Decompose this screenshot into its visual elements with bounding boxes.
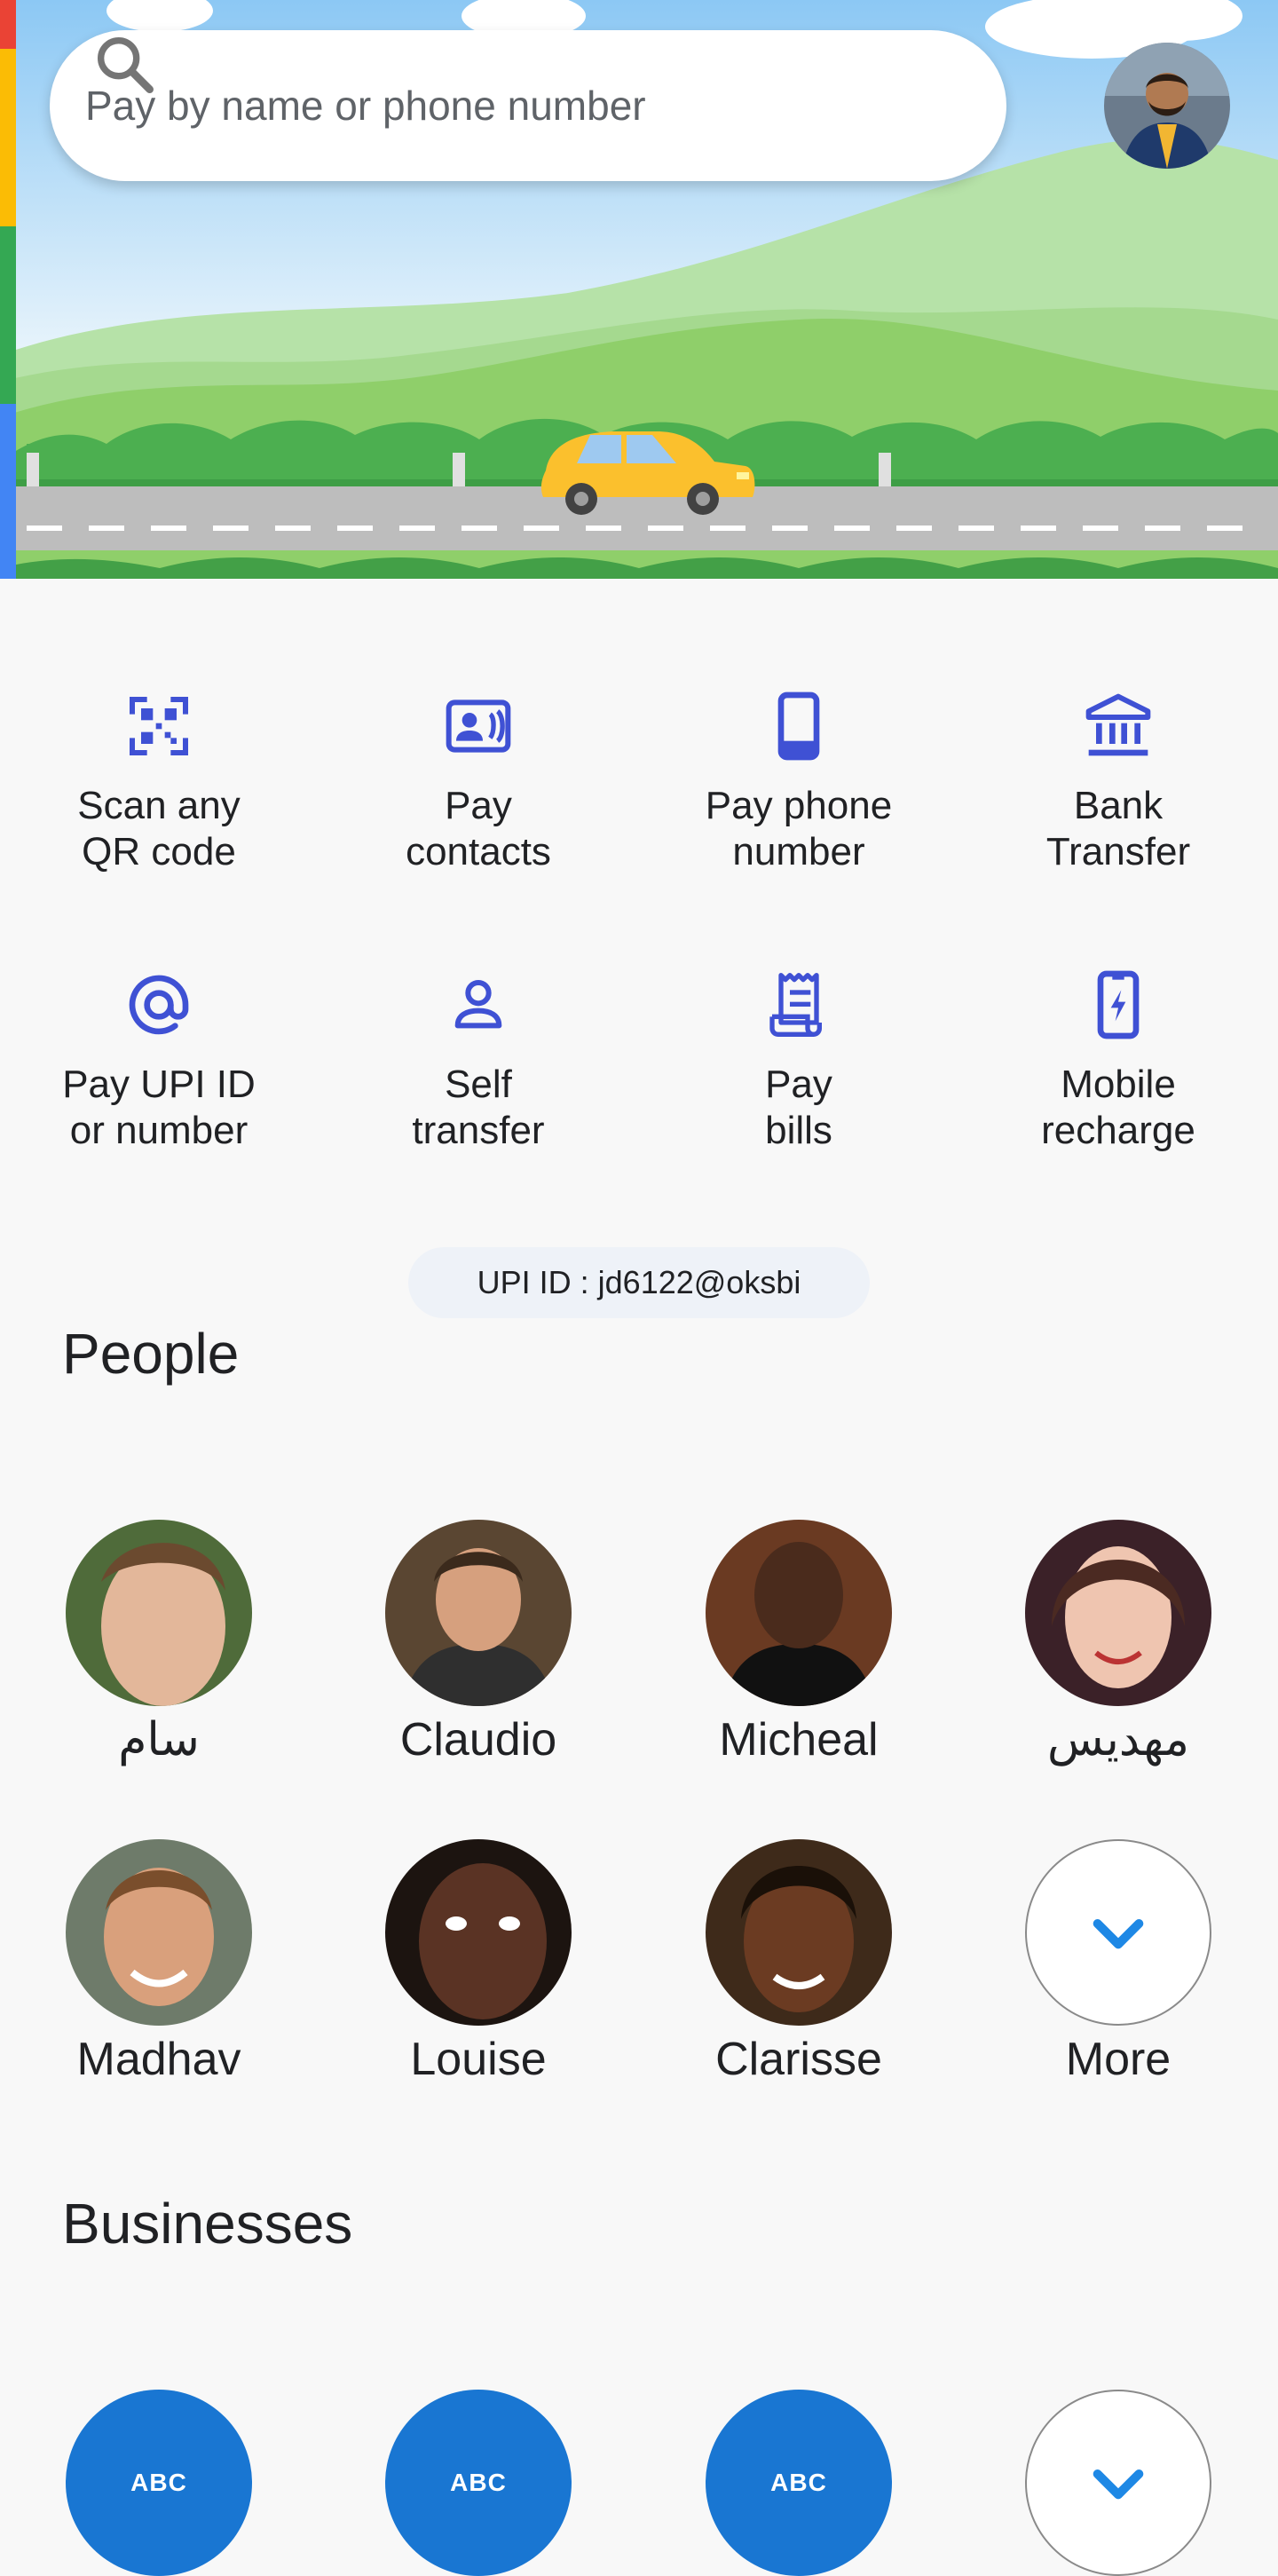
avatar [706, 1520, 892, 1706]
more-circle [1025, 1839, 1211, 2026]
contact-card-icon [446, 699, 511, 753]
action-pay-phone[interactable]: Pay phone number [648, 691, 950, 875]
person-name: Clarisse [715, 2034, 882, 2085]
header-banner: Pay by name or phone number [0, 0, 1278, 579]
businesses-title: Businesses [62, 2192, 353, 2256]
avatar [66, 1839, 252, 2026]
person-item[interactable]: سام [26, 1520, 292, 1766]
person-item[interactable]: Micheal [666, 1520, 932, 1766]
action-pay-bills[interactable]: Pay bills [648, 969, 950, 1154]
avatar [385, 1839, 572, 2026]
chevron-down-icon [1093, 2469, 1144, 2500]
avatar [1025, 1520, 1211, 1706]
more-circle [1025, 2390, 1211, 2576]
person-item[interactable]: Clarisse [666, 1839, 932, 2086]
action-label: Scan any QR code [77, 784, 241, 873]
action-label: Self transfer [412, 1063, 545, 1152]
action-scan-qr[interactable]: Scan any QR code [8, 691, 310, 875]
person-name: سام [118, 1714, 200, 1766]
person-item[interactable]: Louise [345, 1839, 611, 2086]
action-pay-upi[interactable]: Pay UPI ID or number [8, 969, 310, 1154]
action-pay-contacts[interactable]: Pay contacts [327, 691, 629, 875]
phone-icon [777, 691, 820, 761]
business-badge: ABC [66, 2390, 252, 2576]
chevron-down-icon [1093, 1919, 1144, 1949]
business-badge: ABC [385, 2390, 572, 2576]
avatar [66, 1520, 252, 1706]
person-name: مهدیس [1047, 1714, 1189, 1766]
action-label: Bank Transfer [1045, 784, 1191, 873]
search-placeholder[interactable]: Pay by name or phone number [85, 82, 646, 130]
person-item[interactable]: Claudio [345, 1520, 611, 1766]
upi-id-chip[interactable]: UPI ID : jd6122@oksbi [408, 1247, 870, 1318]
business-item[interactable]: ABC [26, 2390, 292, 2576]
person-item[interactable]: مهدیس [985, 1520, 1251, 1766]
people-more-button[interactable]: More [985, 1839, 1251, 2086]
receipt-icon [769, 973, 822, 1037]
action-label: Pay phone number [705, 784, 893, 873]
person-icon [454, 980, 502, 1029]
at-icon [129, 975, 189, 1035]
business-item[interactable]: ABC [345, 2390, 611, 2576]
business-item[interactable]: ABC [666, 2390, 932, 2576]
action-label: Mobile recharge [1041, 1063, 1195, 1152]
color-stripe [0, 0, 16, 579]
search-bar[interactable]: Pay by name or phone number [50, 30, 1006, 181]
action-label: Pay bills [765, 1063, 832, 1152]
action-self-transfer[interactable]: Self transfer [327, 969, 629, 1154]
bank-icon [1085, 693, 1151, 756]
person-name: Claudio [399, 1714, 557, 1766]
person-name: Madhav [76, 2034, 241, 2085]
qr-code-icon [130, 697, 188, 755]
mobile-recharge-icon [1097, 970, 1140, 1039]
action-label: Pay contacts [406, 784, 551, 873]
action-bank-transfer[interactable]: Bank Transfer [967, 691, 1269, 875]
profile-avatar[interactable] [1104, 43, 1230, 169]
avatar [706, 1839, 892, 2026]
more-label: More [1065, 2034, 1172, 2085]
people-title: People [62, 1322, 240, 1386]
search-icon [97, 37, 154, 93]
businesses-more-button[interactable] [985, 2390, 1251, 2576]
action-label: Pay UPI ID or number [62, 1063, 256, 1152]
business-badge: ABC [706, 2390, 892, 2576]
action-mobile-recharge[interactable]: Mobile recharge [967, 969, 1269, 1154]
person-name: Micheal [719, 1714, 879, 1766]
person-item[interactable]: Madhav [26, 1839, 292, 2086]
avatar [385, 1520, 572, 1706]
person-name: Louise [410, 2034, 547, 2085]
avatar [1104, 43, 1230, 169]
